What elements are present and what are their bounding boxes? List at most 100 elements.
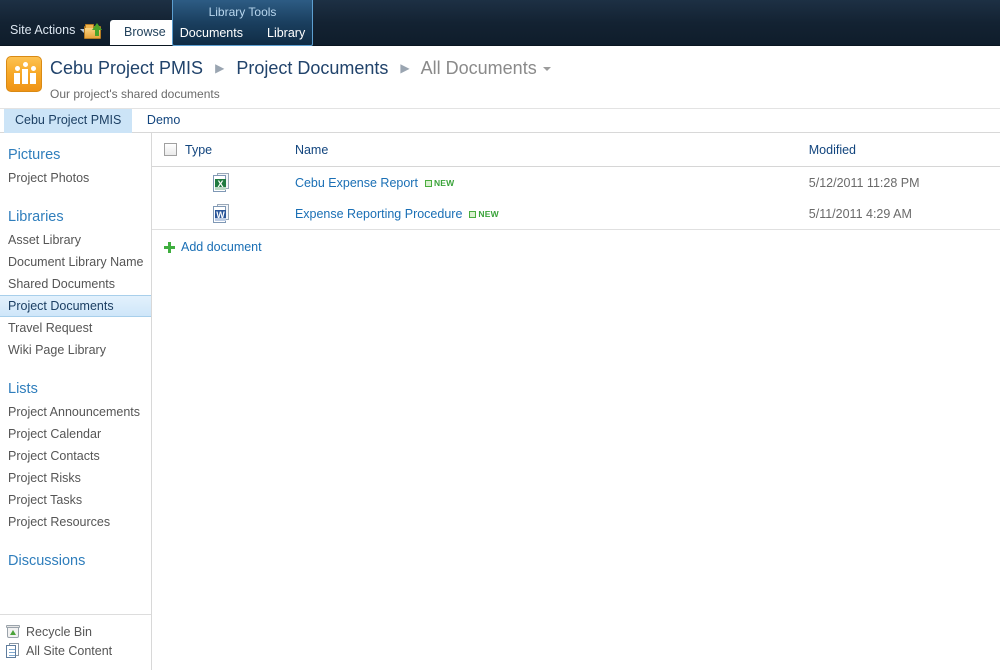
recycle-bin-icon (6, 625, 20, 639)
nav-spacer-3 (0, 533, 151, 547)
site-description: Our project's shared documents (50, 87, 220, 101)
select-all-checkbox[interactable] (164, 143, 177, 156)
breadcrumb: Cebu Project PMIS ▶ Project Documents ▶ … (50, 58, 551, 79)
column-header-modified[interactable]: Modified (804, 133, 1000, 167)
tab-library[interactable]: Library (263, 25, 309, 41)
nav-heading-pictures[interactable]: Pictures (0, 141, 151, 167)
breadcrumb-site[interactable]: Cebu Project PMIS (50, 58, 203, 78)
table-row[interactable]: W Expense Reporting Procedure NEW 5/11/20… (152, 198, 1000, 230)
document-list-body: X Cebu Expense Report NEW 5/12/2011 11:28… (152, 167, 1000, 230)
sidebar-item-recycle-bin[interactable]: Recycle Bin (6, 623, 151, 641)
tab-browse-label: Browse (124, 25, 166, 39)
sidebar-item-project-photos[interactable]: Project Photos (0, 167, 151, 189)
recycle-bin-lid (6, 625, 20, 628)
row-name-cell: Cebu Expense Report NEW (291, 167, 805, 199)
plus-icon (164, 241, 175, 253)
site-group-icon[interactable] (6, 56, 42, 92)
column-header-type[interactable]: Type (181, 133, 291, 167)
person-body-left (14, 73, 20, 84)
tab-documents[interactable]: Documents (176, 25, 247, 41)
file-icon-front: W (213, 206, 226, 223)
status-badge: NEW (424, 177, 455, 188)
site-actions-label: Site Actions (10, 23, 76, 37)
ribbon-topbar: Site Actions Browse Library Tools Docume… (0, 0, 1000, 46)
person-body-right (30, 73, 36, 84)
person-body-center (22, 69, 28, 84)
arrow-up-stem (95, 29, 99, 36)
tab-documents-label: Documents (179, 26, 243, 40)
table-row[interactable]: X Cebu Expense Report NEW 5/12/2011 11:28… (152, 167, 1000, 199)
header-row: Type Name Modified (152, 133, 1000, 167)
sidebar-item-asset-library[interactable]: Asset Library (0, 229, 151, 251)
contextual-tab-list: Documents Library (173, 25, 312, 41)
sidebar-item-shared-documents[interactable]: Shared Documents (0, 273, 151, 295)
page-line-1 (9, 649, 15, 650)
row-type-cell: X (181, 167, 291, 199)
sidebar-item-project-calendar[interactable]: Project Calendar (0, 423, 151, 445)
person-head-center (22, 62, 28, 67)
quick-launch-sidebar: Pictures Project Photos Libraries Asset … (0, 133, 152, 670)
page-body: Pictures Project Photos Libraries Asset … (0, 133, 1000, 670)
chevron-down-icon-view[interactable] (542, 67, 551, 71)
sidebar-item-project-documents[interactable]: Project Documents (0, 295, 151, 317)
nav-spacer-2 (0, 361, 151, 375)
page-line-3 (9, 655, 15, 656)
sidebar-item-document-library-name[interactable]: Document Library Name (0, 251, 151, 273)
row-modified-cell: 5/12/2011 11:28 PM (808, 175, 920, 190)
new-badge-label: NEW (433, 177, 455, 188)
add-document-label: Add document (181, 240, 262, 254)
contextual-group-title: Library Tools (208, 5, 277, 19)
breadcrumb-library[interactable]: Project Documents (236, 58, 388, 78)
tab-library-label: Library (267, 26, 306, 40)
top-link-bar: Cebu Project PMIS Demo (0, 109, 1000, 133)
row-modified-cell: 5/11/2011 4:29 AM (804, 198, 1000, 230)
page-sheet-front (6, 645, 16, 658)
row-type-cell: W (181, 198, 291, 230)
new-badge-square (424, 179, 432, 187)
navigate-up-folder-icon[interactable] (84, 23, 104, 40)
document-list-header: Type Name Modified (152, 133, 1000, 167)
breadcrumb-separator-icon: ▶ (215, 61, 225, 75)
page-line-2 (9, 652, 15, 653)
toplink-demo[interactable]: Demo (136, 109, 191, 133)
sidebar-item-project-tasks[interactable]: Project Tasks (0, 489, 151, 511)
new-badge-square (469, 210, 477, 218)
status-badge: NEW (469, 208, 499, 219)
sidebar-item-all-site-content[interactable]: All Site Content (6, 641, 151, 660)
row-select-cell (152, 167, 181, 199)
nav-heading-discussions[interactable]: Discussions (0, 547, 151, 573)
new-badge-label: NEW (478, 208, 499, 219)
row-select-cell (152, 198, 181, 230)
sidebar-item-project-resources[interactable]: Project Resources (0, 511, 151, 533)
document-list-table: Type Name Modified X Cebu Expense Report… (152, 133, 1000, 230)
nav-heading-lists[interactable]: Lists (0, 375, 151, 401)
excel-bar (215, 187, 226, 190)
sidebar-item-project-announcements[interactable]: Project Announcements (0, 401, 151, 423)
word-file-icon: W (213, 204, 230, 223)
recycle-triangle (10, 630, 16, 635)
nav-spacer-1 (0, 189, 151, 203)
sidebar-item-wiki-page-library[interactable]: Wiki Page Library (0, 339, 151, 361)
toplink-cebu-project-pmis[interactable]: Cebu Project PMIS (4, 109, 133, 133)
site-actions-menu[interactable]: Site Actions (4, 21, 94, 39)
column-header-name[interactable]: Name (290, 133, 805, 167)
breadcrumb-separator-icon-2: ▶ (400, 61, 410, 75)
view-selector[interactable]: All Documents (421, 58, 537, 78)
all-site-content-icon (6, 643, 20, 658)
sidebar-item-project-risks[interactable]: Project Risks (0, 467, 151, 489)
sidebar-item-travel-request[interactable]: Travel Request (0, 317, 151, 339)
select-all-header (152, 133, 181, 167)
nav-heading-libraries[interactable]: Libraries (0, 203, 151, 229)
document-link[interactable]: Expense Reporting Procedure (295, 207, 462, 221)
add-document-link[interactable]: Add document (164, 240, 262, 254)
excel-file-icon: X (213, 173, 230, 192)
document-link[interactable]: Cebu Expense Report (295, 176, 418, 190)
tab-browse[interactable]: Browse (110, 20, 180, 45)
row-name-cell: Expense Reporting Procedure NEW (290, 198, 805, 230)
person-head-right (30, 66, 36, 71)
site-header: Cebu Project PMIS ▶ Project Documents ▶ … (0, 46, 1000, 109)
sidebar-item-project-contacts[interactable]: Project Contacts (0, 445, 151, 467)
word-bar (215, 218, 226, 221)
file-icon-front: X (213, 175, 226, 192)
sidebar-footer: Recycle Bin All Site Content (0, 614, 151, 670)
